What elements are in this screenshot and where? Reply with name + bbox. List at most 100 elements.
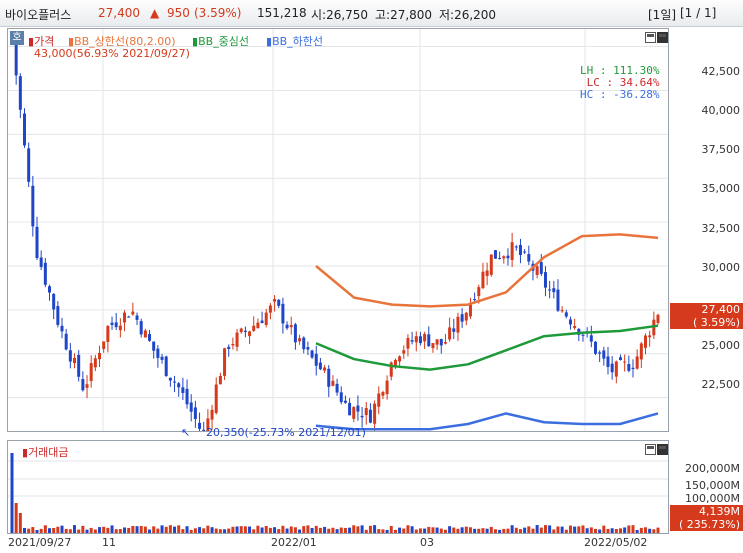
volume-panel[interactable]: ▮거래대금 (7, 440, 669, 534)
y-axis: 42,500 40,000 37,500 35,000 32,500 30,00… (668, 28, 743, 532)
candle-body (60, 325, 64, 332)
low-annotation-arrow-icon: ↖ (181, 426, 191, 439)
candle-body (473, 299, 477, 301)
volume-bar (535, 525, 539, 533)
candle-body (227, 346, 231, 349)
candle-body (143, 330, 147, 338)
candle-body (535, 266, 539, 275)
volume-bar (135, 526, 139, 533)
volume-bar (314, 525, 318, 533)
candle-body (610, 363, 614, 373)
candle-body (489, 254, 493, 275)
candle-body (398, 356, 402, 362)
candle-body (485, 270, 489, 277)
candle-body (527, 254, 531, 262)
candle-body (593, 341, 597, 354)
candle-body (39, 257, 43, 268)
legend-volume-label: 거래대금 (28, 446, 69, 459)
legend-volume[interactable]: ▮거래대금 (22, 444, 69, 460)
volume-bar (264, 526, 268, 533)
candle-body (210, 409, 214, 420)
candle-body (168, 377, 172, 381)
candle-body (302, 337, 306, 350)
candle-body (273, 299, 277, 302)
high-annotation: 43,000(56.93% 2021/09/27) (34, 47, 190, 60)
candle-body (43, 262, 47, 285)
volume-bar (406, 525, 410, 533)
volume-bar (448, 526, 452, 533)
order-badge[interactable]: 호 (10, 31, 24, 45)
candle-body (510, 242, 514, 260)
last-volume-pct-tag: ( 235.73%) (670, 518, 743, 531)
volume-bar (81, 525, 85, 533)
candle-body (518, 244, 522, 255)
candle-body (368, 409, 372, 423)
stat-hc: HC : -36.28% (580, 89, 659, 101)
candle-body (285, 324, 289, 329)
stat-hc-label: HC : (580, 88, 614, 101)
minimize-panel-icon[interactable] (645, 32, 656, 43)
volume-bar (73, 525, 77, 533)
candle-body (348, 402, 352, 416)
vol-y-tick: 100,000M (685, 492, 740, 505)
candle-body (198, 422, 202, 429)
volume-bar (110, 525, 114, 533)
candle-body (135, 315, 139, 320)
candle-body (31, 185, 35, 227)
volume-bar (185, 526, 189, 533)
candle-body (314, 353, 318, 366)
candle-body (589, 335, 593, 342)
candle-body (323, 367, 327, 371)
legend-bb-mid[interactable]: ▮BB_중심선 (192, 33, 249, 49)
minimize-volume-icon[interactable] (645, 444, 656, 455)
candle-body (98, 352, 102, 360)
volume-bar (360, 525, 364, 533)
price-change-pct: (3.59%) (194, 6, 242, 20)
y-tick: 32,500 (701, 222, 741, 235)
volume-bar (548, 525, 552, 533)
candle-body (218, 375, 222, 385)
candle-body (618, 357, 622, 361)
vol-y-tick: 200,000M (685, 462, 740, 475)
candle-body (52, 293, 56, 310)
price-panel[interactable]: 호 ▮가격 ▮BB_상한선(80,2.00) ▮BB_중심선 ▮BB_하한선 4… (7, 28, 669, 439)
candle-body (123, 312, 127, 323)
candle-body (293, 324, 297, 343)
volume-bar (373, 525, 377, 533)
candle-body (298, 338, 302, 342)
candle-body (252, 325, 256, 331)
last-pct-tag: ( 3.59%) (670, 316, 743, 329)
candle-body (81, 379, 85, 391)
volume-bar (631, 525, 635, 533)
x-tick: 2021/09/27 (8, 536, 72, 549)
candle-body (448, 327, 452, 340)
candle-body (643, 335, 647, 348)
volume-bar (43, 525, 47, 533)
maximize-panel-icon[interactable] (657, 32, 668, 43)
candle-body (356, 405, 360, 412)
page-indicator[interactable]: [1 / 1] (680, 6, 716, 20)
candle-body (385, 380, 389, 395)
candle-body (264, 312, 268, 325)
candle-body (289, 325, 293, 328)
candle-body (631, 367, 635, 369)
maximize-volume-icon[interactable] (657, 444, 668, 455)
period-selector[interactable]: [1일] (648, 6, 676, 23)
legend-bb-mid-label: BB_중심선 (198, 35, 250, 48)
candle-body (435, 339, 439, 345)
candle-body (402, 350, 406, 354)
candle-body (560, 310, 564, 312)
volume: 151,218 (257, 6, 307, 20)
high-price: 고:27,800 (375, 8, 433, 22)
candle-body (581, 334, 585, 336)
candle-body (410, 340, 414, 342)
candle-body (214, 384, 218, 413)
legend-bb-lower[interactable]: ▮BB_하한선 (266, 33, 323, 49)
change-arrow-icon: ▲ (150, 6, 160, 20)
candle-body (173, 381, 177, 383)
candle-body (256, 322, 260, 329)
x-axis: 2021/09/27 11 2022/01 03 2022/05/02 (0, 533, 743, 553)
candle-body (418, 336, 422, 344)
candle-body (110, 322, 114, 325)
candle-body (427, 334, 431, 347)
